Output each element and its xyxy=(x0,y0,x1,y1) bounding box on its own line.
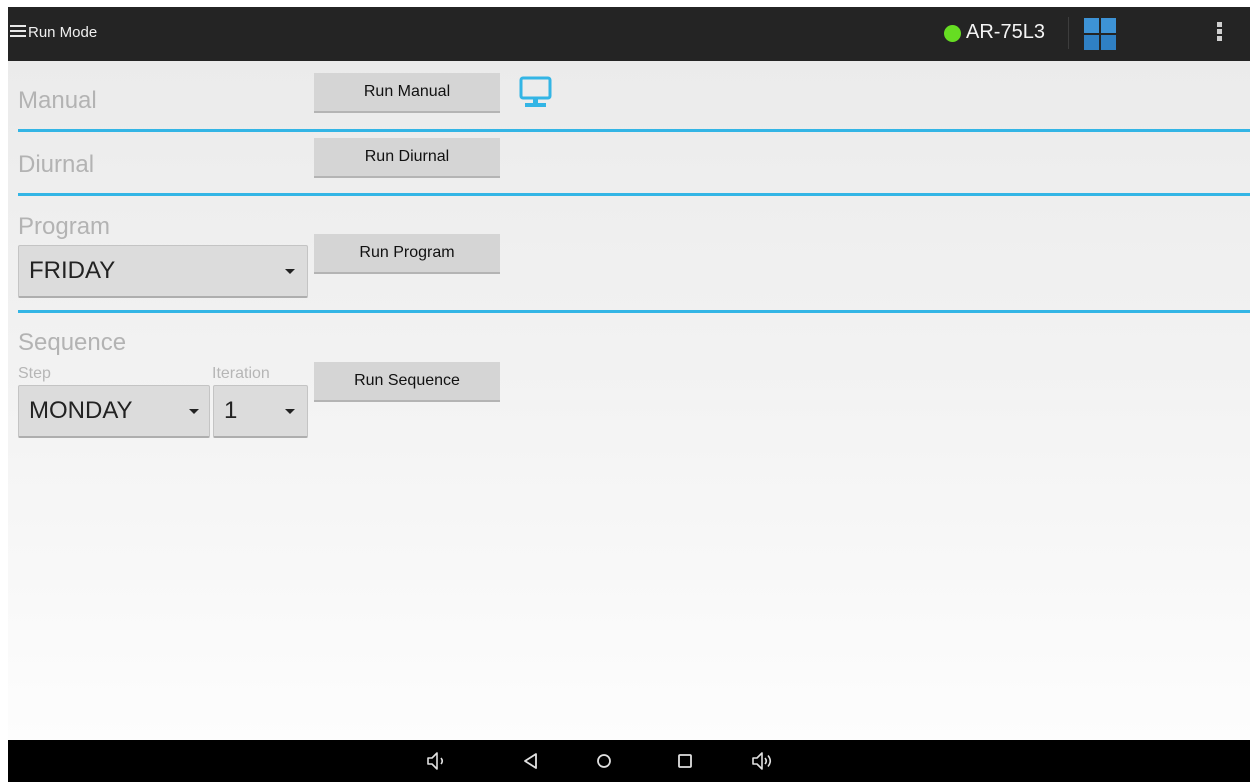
program-label: Program xyxy=(18,213,111,240)
action-bar: Run Mode AR-75L3 xyxy=(8,7,1250,61)
volume-up-icon[interactable] xyxy=(750,748,776,774)
run-mode-panel: Manual Run Manual Diurnal Run Diurnal Pr… xyxy=(8,61,1250,740)
sequence-label: Sequence xyxy=(18,329,127,356)
iteration-select[interactable]: 1 xyxy=(213,385,308,438)
dropdown-arrow-icon xyxy=(189,409,199,414)
diurnal-label: Diurnal xyxy=(18,151,95,178)
section-divider xyxy=(18,193,1250,196)
section-divider xyxy=(18,129,1250,132)
iteration-select-value: 1 xyxy=(224,397,238,424)
run-program-button[interactable]: Run Program xyxy=(314,234,500,274)
divider xyxy=(1068,17,1069,49)
recents-icon[interactable] xyxy=(672,748,698,774)
connection-status-icon xyxy=(944,25,961,42)
overflow-menu-icon[interactable] xyxy=(1215,22,1223,46)
volume-down-icon[interactable] xyxy=(424,748,450,774)
back-icon[interactable] xyxy=(518,748,544,774)
program-select-value: FRIDAY xyxy=(29,257,116,284)
dropdown-arrow-icon xyxy=(285,269,295,274)
dropdown-arrow-icon xyxy=(285,409,295,414)
step-select-value: MONDAY xyxy=(29,397,133,424)
step-select[interactable]: MONDAY xyxy=(18,385,210,438)
home-icon[interactable] xyxy=(591,748,617,774)
run-diurnal-button[interactable]: Run Diurnal xyxy=(314,138,500,178)
run-manual-button[interactable]: Run Manual xyxy=(314,73,500,113)
step-label: Step xyxy=(18,365,51,382)
device-name[interactable]: AR-75L3 xyxy=(966,21,1045,44)
section-divider xyxy=(18,310,1250,313)
system-navigation-bar xyxy=(8,740,1250,782)
iteration-label: Iteration xyxy=(212,365,270,382)
hamburger-menu-icon[interactable] xyxy=(10,25,26,39)
page-title: Run Mode xyxy=(28,24,98,41)
app-window: Run Mode AR-75L3 Manual Run Manual Diurn… xyxy=(8,7,1250,782)
run-sequence-button[interactable]: Run Sequence xyxy=(314,362,500,402)
grid-icon[interactable] xyxy=(1084,18,1116,50)
manual-label: Manual xyxy=(18,87,97,114)
program-select[interactable]: FRIDAY xyxy=(18,245,308,298)
monitor-icon[interactable] xyxy=(518,76,553,110)
